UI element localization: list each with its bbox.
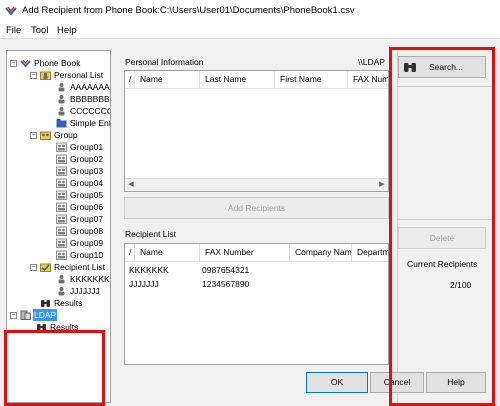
tree-item-phone-book[interactable]: Phone Book xyxy=(20,57,81,69)
person-icon xyxy=(58,275,65,284)
recipient-fax-cell: 1234567890 xyxy=(202,279,250,289)
column-header-name[interactable]: Name xyxy=(135,71,200,88)
add-recipients-button[interactable]: Add Recipients xyxy=(124,197,389,219)
menu-tool[interactable]: Tool xyxy=(31,25,48,36)
tree-item-group[interactable]: Group xyxy=(40,129,79,141)
collapse-toggle-recipient-list[interactable]: − xyxy=(30,264,37,271)
column-header-last-name[interactable]: Last Name xyxy=(200,71,275,88)
scroll-left-arrow[interactable]: ◀ xyxy=(125,179,137,191)
collapse-toggle-ldap[interactable]: − xyxy=(10,312,17,319)
tree-item-recipient-list[interactable]: Recipient List xyxy=(40,261,106,273)
person-icon xyxy=(58,107,65,116)
group-icon xyxy=(56,226,67,236)
ok-button[interactable]: OK xyxy=(306,372,368,393)
folder-icon xyxy=(56,119,67,128)
group-icon xyxy=(56,142,67,152)
personal-info-label: Personal Information xyxy=(125,57,204,67)
tree-item-group-entry[interactable]: Group08 xyxy=(56,225,104,237)
menu-file[interactable]: File xyxy=(6,25,21,36)
collapse-toggle-phone-book[interactable]: − xyxy=(10,60,17,67)
phone-book-icon xyxy=(20,59,31,68)
recipient-name-cell: KKKKKKK xyxy=(129,265,169,275)
tree-item-personal-entry[interactable]: BBBBBBB xyxy=(56,93,110,105)
recipient-list-table[interactable]: / Name FAX Number Company Name Departmer… xyxy=(124,243,389,365)
column-header-first-name[interactable]: First Name xyxy=(275,71,348,88)
group-icon xyxy=(56,214,67,224)
group-icon xyxy=(56,190,67,200)
recipient-name-cell: JJJJJJJ xyxy=(129,279,159,289)
window-title: Add Recipient from Phone Book:C:\Users\U… xyxy=(22,5,355,16)
column-sort-handle[interactable]: / xyxy=(125,71,135,88)
tree-item-group-entry[interactable]: Group04 xyxy=(56,177,104,189)
column-header-name[interactable]: Name xyxy=(135,244,200,261)
tree-item-personal-entry[interactable]: CCCCCCC xyxy=(56,105,110,117)
recipient-list-label: Recipient List xyxy=(125,229,177,239)
tree-item-group-entry[interactable]: Group06 xyxy=(56,201,104,213)
tree-item-results[interactable]: Results xyxy=(40,297,83,309)
column-header-fax-number[interactable]: FAX Numb xyxy=(348,71,388,88)
tree-item-group-entry[interactable]: Group01 xyxy=(56,141,104,153)
horizontal-scrollbar[interactable]: ◀ ▶ xyxy=(125,178,388,191)
collapse-toggle-group[interactable]: − xyxy=(30,132,37,139)
binoculars-icon xyxy=(41,300,50,307)
group-folder-icon xyxy=(40,131,51,140)
recipient-list-icon xyxy=(40,263,51,272)
group-icon xyxy=(56,154,67,164)
ldap-server-icon xyxy=(20,310,31,320)
column-header-company-name[interactable]: Company Name xyxy=(290,244,352,261)
tree-item-personal-entry[interactable]: AAAAAAA xyxy=(56,81,110,93)
column-sort-handle[interactable]: / xyxy=(125,244,135,261)
column-header-fax-number[interactable]: FAX Number xyxy=(200,244,290,261)
contacts-folder-icon xyxy=(40,71,51,80)
tree-item-group-entry[interactable]: Group05 xyxy=(56,189,104,201)
person-icon xyxy=(58,287,65,296)
tree-item-group-entry[interactable]: Group10 xyxy=(56,249,104,261)
tree-item-recipient-entry[interactable]: JJJJJJJ xyxy=(56,285,101,297)
tree-item-personal-list[interactable]: Personal List xyxy=(40,69,104,81)
group-icon xyxy=(56,202,67,212)
tree-item-ldap[interactable]: LDAP xyxy=(20,309,58,321)
tree-item-group-entry[interactable]: Group07 xyxy=(56,213,104,225)
recipient-fax-cell: 0987654321 xyxy=(202,265,250,275)
group-icon xyxy=(56,238,67,248)
tree-item-group-entry[interactable]: Group02 xyxy=(56,153,104,165)
column-header-department[interactable]: Departmer xyxy=(352,244,388,261)
tree-item-group-entry[interactable]: Group09 xyxy=(56,237,104,249)
collapse-toggle-personal-list[interactable]: − xyxy=(30,72,37,79)
tree-item-group-entry[interactable]: Group03 xyxy=(56,165,104,177)
scroll-right-arrow[interactable]: ▶ xyxy=(376,179,388,191)
person-icon xyxy=(58,83,65,92)
app-icon xyxy=(5,6,17,16)
person-icon xyxy=(58,95,65,104)
group-icon xyxy=(56,166,67,176)
tree-item-recipient-entry[interactable]: KKKKKKK xyxy=(56,273,110,285)
menu-help[interactable]: Help xyxy=(57,25,77,36)
highlight-box-tree-bottom xyxy=(4,330,105,406)
ldap-path-label: \\LDAP xyxy=(358,57,385,67)
group-icon xyxy=(56,178,67,188)
personal-info-list[interactable]: / Name Last Name First Name FAX Numb ◀ ▶ xyxy=(124,70,389,192)
group-icon xyxy=(56,250,67,260)
tree-item-simple-entry[interactable]: Simple Entry xyxy=(56,117,110,129)
highlight-box-right-panel xyxy=(389,47,495,406)
